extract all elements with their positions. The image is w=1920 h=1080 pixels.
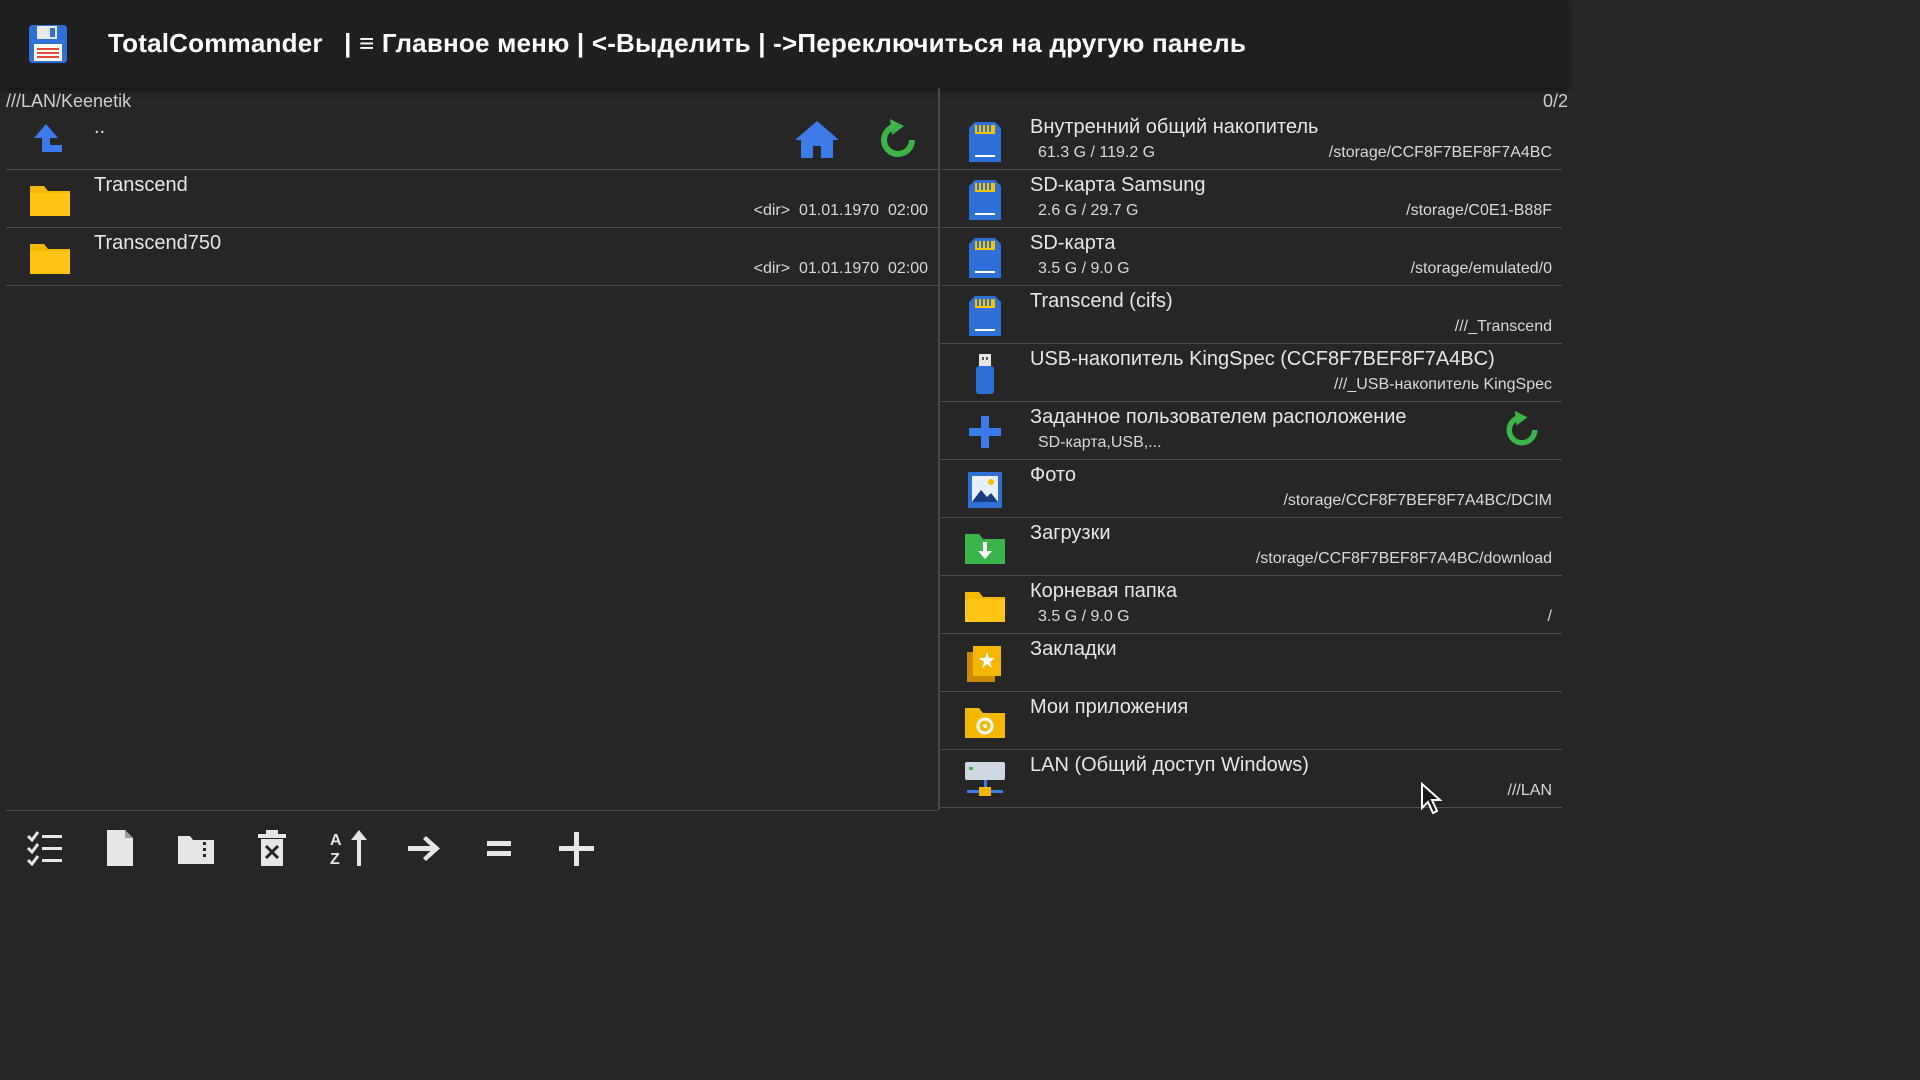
floppy-disk-icon[interactable]: [28, 24, 68, 64]
title-hint: | ≡ Главное меню | <-Выделить | ->Перекл…: [344, 28, 1247, 58]
parent-directory-row[interactable]: ..: [0, 112, 938, 170]
location-usb-kingspec[interactable]: USB-накопитель KingSpec (CCF8F7BEF8F7A4B…: [941, 344, 1562, 402]
sort-icon[interactable]: A Z: [326, 828, 370, 868]
svg-text:A: A: [330, 832, 342, 849]
lan-icon: [965, 762, 1005, 796]
select-list-icon[interactable]: [22, 828, 66, 868]
location-transcend-cifs[interactable]: Transcend (cifs) ///_Transcend: [941, 286, 1562, 344]
new-file-icon[interactable]: [98, 828, 142, 868]
location-path: /storage/CCF8F7BEF8F7A4BC/DCIM: [1283, 492, 1552, 509]
location-path: ///_Transcend: [1454, 318, 1552, 335]
delete-icon[interactable]: [250, 828, 294, 868]
bottom-toolbar: A Z: [0, 810, 1568, 882]
current-path: ///LAN/Keenetik: [6, 91, 132, 111]
usb-drive-icon: [976, 354, 994, 394]
file-row-transcend750[interactable]: Transcend750 <dir> 01.01.1970 02:00: [0, 228, 938, 286]
file-name: Transcend750: [94, 232, 222, 254]
location-name: Загрузки: [1030, 522, 1111, 544]
location-internal-storage[interactable]: Внутренний общий накопитель 61.3 G / 119…: [941, 112, 1562, 170]
location-size: 61.3 G / 119.2 G: [1038, 144, 1156, 161]
location-photos[interactable]: Фото /storage/CCF8F7BEF8F7A4BC/DCIM: [941, 460, 1562, 518]
archive-icon[interactable]: [174, 828, 218, 868]
bookmarks-icon: [967, 646, 1001, 682]
location-size: SD-карта,USB,...: [1038, 434, 1162, 451]
location-size: 2.6 G / 29.7 G: [1038, 202, 1139, 219]
photo-icon: [968, 472, 1002, 508]
toolbar-divider: [6, 810, 938, 811]
selection-count: 0/2: [1542, 91, 1568, 111]
location-path: ///_USB-накопитель KingSpec: [1334, 376, 1552, 393]
equals-icon[interactable]: [478, 828, 522, 868]
location-path: /storage/CCF8F7BEF8F7A4BC: [1328, 144, 1552, 161]
folder-icon: [965, 592, 1005, 622]
location-name: Внутренний общий накопитель: [1030, 116, 1319, 138]
right-locations-panel: Внутренний общий накопитель 61.3 G / 119…: [941, 112, 1562, 810]
sd-card-icon: [969, 180, 1001, 220]
location-name: Фото: [1030, 464, 1076, 486]
location-name: LAN (Общий доступ Windows): [1030, 754, 1309, 776]
app-name: TotalCommander: [108, 28, 323, 58]
location-path: /storage/emulated/0: [1410, 260, 1552, 277]
location-path: /: [1547, 608, 1552, 625]
svg-text:Z: Z: [330, 851, 340, 868]
location-sd-samsung[interactable]: SD-карта Samsung 2.6 G / 29.7 G /storage…: [941, 170, 1562, 228]
window-title: TotalCommander | ≡ Главное меню | <-Выде…: [108, 28, 1246, 59]
sd-card-icon: [969, 122, 1001, 162]
row-divider: [6, 285, 938, 286]
arrow-right-icon[interactable]: [402, 828, 446, 868]
location-path: ///LAN: [1507, 782, 1552, 799]
location-name: SD-карта: [1030, 232, 1116, 254]
parent-dir-label: ..: [94, 116, 106, 138]
location-size: 3.5 G / 9.0 G: [1038, 608, 1130, 625]
sd-card-icon: [969, 296, 1001, 336]
file-row-transcend[interactable]: Transcend <dir> 01.01.1970 02:00: [0, 170, 938, 228]
location-path: /storage/C0E1-B88F: [1406, 202, 1552, 219]
location-sd-card[interactable]: SD-карта 3.5 G / 9.0 G /storage/emulated…: [941, 228, 1562, 286]
location-my-apps[interactable]: Мои приложения: [941, 692, 1562, 750]
refresh-icon[interactable]: [1502, 410, 1542, 450]
download-folder-icon: [965, 534, 1005, 564]
location-custom[interactable]: Заданное пользователем расположение SD-к…: [941, 402, 1562, 460]
mouse-cursor-icon: [1421, 782, 1443, 815]
panel-divider[interactable]: [938, 88, 940, 810]
home-icon[interactable]: [793, 118, 841, 162]
location-name: Transcend (cifs): [1030, 290, 1173, 312]
row-divider: [941, 807, 1562, 808]
file-name: Transcend: [94, 174, 188, 196]
location-path: /storage/CCF8F7BEF8F7A4BC/download: [1255, 550, 1552, 567]
location-name: SD-карта Samsung: [1030, 174, 1206, 196]
location-name: Мои приложения: [1030, 696, 1189, 718]
folder-icon: [30, 244, 70, 274]
refresh-icon[interactable]: [876, 118, 920, 162]
location-lan[interactable]: LAN (Общий доступ Windows) ///LAN: [941, 750, 1562, 808]
plus-icon[interactable]: [554, 828, 598, 868]
apps-folder-icon: [965, 708, 1005, 738]
folder-icon: [30, 186, 70, 216]
location-bookmarks[interactable]: Закладки: [941, 634, 1562, 692]
location-name: Корневая папка: [1030, 580, 1178, 602]
location-name: Закладки: [1030, 638, 1117, 660]
sd-card-icon: [969, 238, 1001, 278]
plus-icon: [969, 416, 1001, 448]
file-meta: <dir> 01.01.1970 02:00: [753, 260, 928, 277]
location-root-folder[interactable]: Корневая папка 3.5 G / 9.0 G /: [941, 576, 1562, 634]
location-size: 3.5 G / 9.0 G: [1038, 260, 1130, 277]
location-name: Заданное пользователем расположение: [1030, 406, 1407, 428]
location-downloads[interactable]: Загрузки /storage/CCF8F7BEF8F7A4BC/downl…: [941, 518, 1562, 576]
up-arrow-icon: [34, 124, 62, 152]
file-meta: <dir> 01.01.1970 02:00: [753, 202, 928, 219]
title-bar: TotalCommander | ≡ Главное меню | <-Выде…: [0, 0, 1568, 88]
location-name: USB-накопитель KingSpec (CCF8F7BEF8F7A4B…: [1030, 348, 1495, 370]
